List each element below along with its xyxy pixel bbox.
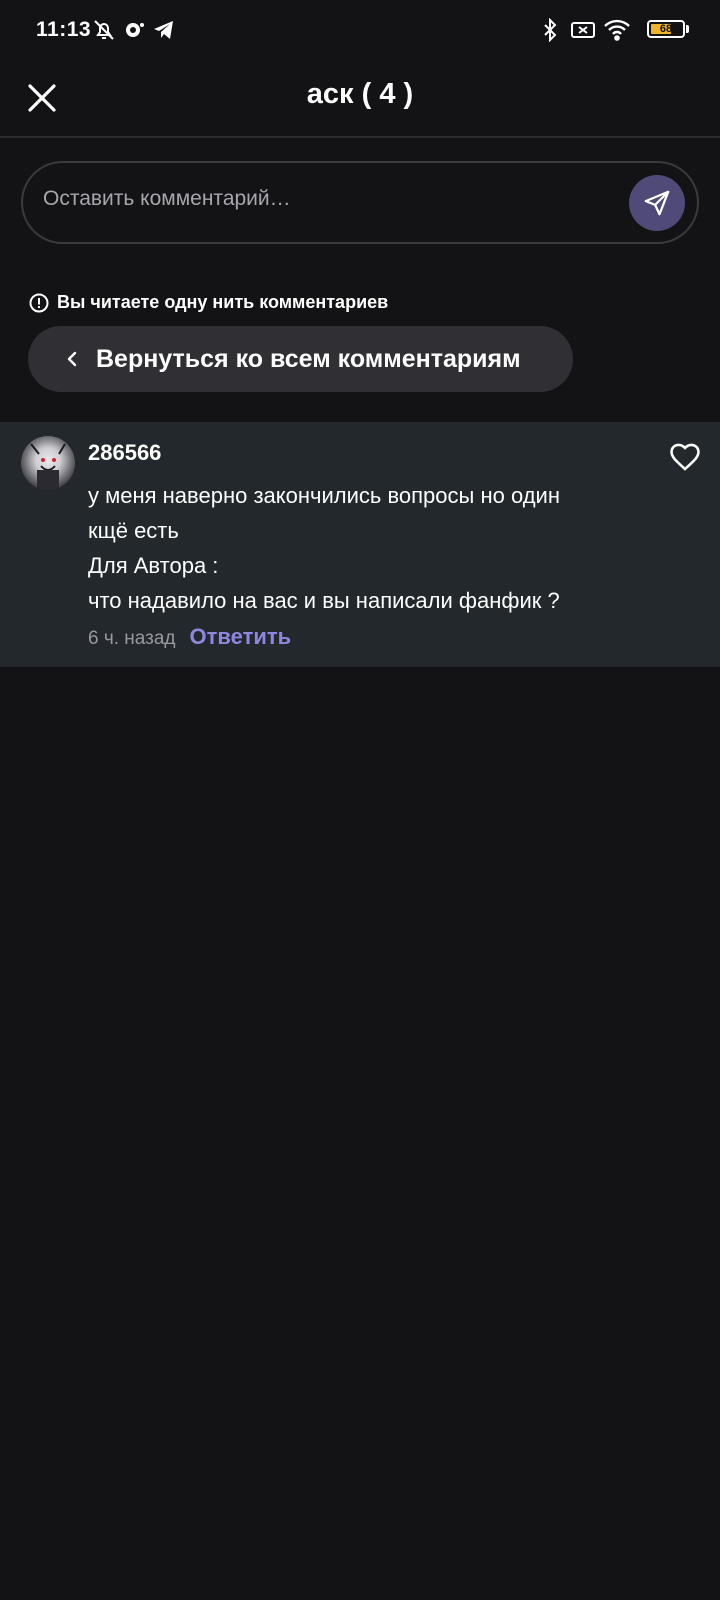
- like-button[interactable]: [668, 440, 702, 474]
- comment-line: кщё есть: [88, 518, 179, 543]
- status-time: 11:13: [36, 18, 92, 41]
- comment-item: 286566 у меня наверно закончились вопрос…: [0, 422, 720, 667]
- avatar[interactable]: [21, 436, 75, 490]
- info-icon: [29, 293, 49, 312]
- status-bar: 11:13 68: [0, 0, 720, 62]
- bluetooth-icon: [540, 17, 560, 47]
- comment-timestamp: 6 ч. назад: [88, 628, 176, 649]
- comment-line: что надавило на вас и вы написали фанфик…: [88, 588, 560, 613]
- back-button-label: Вернуться ко всем комментариям: [96, 344, 521, 373]
- comment-line: Для Автора :: [88, 553, 219, 578]
- battery-level: 68: [659, 23, 673, 35]
- comment-text: у меня наверно закончились вопросы но од…: [88, 478, 648, 618]
- comment-input-placeholder: Оставить комментарий…: [43, 187, 291, 210]
- back-to-all-comments-button[interactable]: Вернуться ко всем комментариям: [28, 326, 573, 392]
- wifi-icon: [603, 18, 631, 47]
- header: аск ( 4 ): [0, 62, 720, 138]
- page-title: аск ( 4 ): [306, 78, 414, 110]
- chevron-left-icon: [67, 351, 77, 367]
- battery-tip: [686, 25, 689, 33]
- sim-off-icon: [570, 18, 596, 47]
- heart-icon: [670, 443, 700, 471]
- avatar-image: [30, 443, 66, 490]
- comment-line: у меня наверно закончились вопросы но од…: [88, 483, 560, 508]
- comment-input[interactable]: Оставить комментарий…: [21, 161, 699, 244]
- comment-meta: 6 ч. назад Ответить: [88, 624, 291, 650]
- send-icon: [644, 190, 670, 216]
- comment-username[interactable]: 286566: [88, 440, 161, 466]
- telegram-icon: [152, 18, 176, 47]
- notification-icon: [122, 18, 146, 47]
- reply-button[interactable]: Ответить: [190, 624, 292, 650]
- battery-indicator: 68: [647, 20, 685, 38]
- send-button[interactable]: [629, 175, 685, 231]
- thread-notice-text: Вы читаете одну нить комментариев: [57, 292, 389, 312]
- thread-notice: Вы читаете одну нить комментариев: [29, 292, 388, 313]
- bell-off-icon: [92, 18, 116, 47]
